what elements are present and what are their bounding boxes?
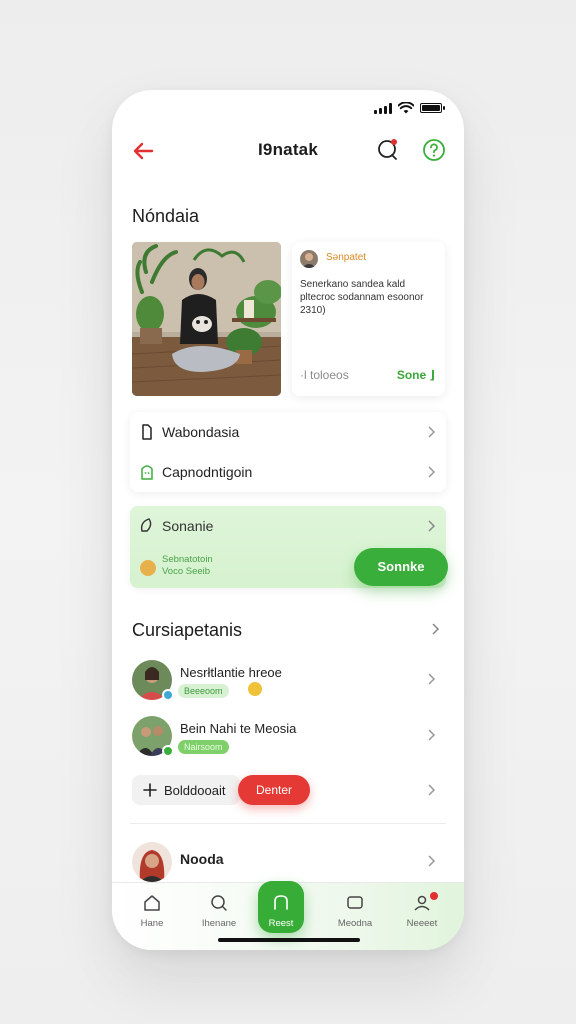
card-description: Senerkano sandea kald pltecroc sodannam …	[300, 279, 424, 316]
feature-photo[interactable]	[132, 242, 281, 396]
avatar	[132, 842, 172, 882]
promo-button[interactable]: Sonnke	[354, 548, 448, 586]
chevron-right-icon	[428, 729, 436, 741]
link-label: Wabondasia	[162, 424, 240, 440]
card-action-link[interactable]: Sone ⌋	[397, 368, 435, 382]
emoji-avatar-icon	[140, 560, 156, 576]
links-card: Wabondasia Capnodntigoin	[130, 412, 446, 492]
bag-icon	[142, 424, 152, 440]
card-meta: ·l toloeos	[300, 368, 349, 382]
chevron-right-icon[interactable]	[426, 783, 436, 797]
nav-label: Neeeet	[406, 918, 438, 929]
status-badge: Nairsoom	[178, 740, 229, 754]
list-item-title: Nesrłtlantie hreoe	[180, 665, 282, 680]
home-indicator	[218, 938, 360, 942]
link-row-2[interactable]: Capnodntigoin	[130, 452, 446, 492]
app-header: Ι9natak	[112, 130, 464, 170]
action-row: Bolddooait Denter	[130, 775, 446, 807]
presence-indicator	[162, 689, 174, 701]
nav-home[interactable]: Hane	[122, 883, 182, 950]
search-icon	[211, 895, 227, 911]
author-name: Sənpatet	[326, 252, 367, 263]
list-item[interactable]: Bein Nahi te Meosia Nairsoom	[130, 716, 446, 760]
phone-frame: Ι9natak Nóndaia Sənpatet Senerkano sande…	[112, 90, 464, 950]
promo-subtitle-line1: Sebnatotoin	[162, 554, 213, 565]
presence-indicator	[162, 745, 174, 757]
divider	[130, 823, 446, 824]
list-item[interactable]: Nesrłtlantie hreoe Beeeoom	[130, 660, 446, 704]
photo-person-plants	[132, 242, 281, 396]
chevron-right-icon	[428, 520, 436, 532]
chevron-right-icon	[428, 673, 436, 685]
notification-dot	[391, 139, 397, 145]
avatar	[300, 250, 318, 268]
list-item-title: Bein Nahi te Meosia	[180, 721, 297, 736]
promo-subtitle: Sebnatotoin Voco Seeib	[162, 554, 213, 578]
chevron-right-icon[interactable]	[430, 622, 440, 636]
signal-icon	[374, 102, 392, 114]
emoji-icon	[248, 682, 262, 696]
add-label: Bolddooait	[164, 783, 226, 798]
chat-button[interactable]	[374, 136, 402, 164]
status-badge: Beeeoom	[178, 684, 229, 698]
list-item-title: Nooda	[180, 851, 224, 867]
section-title: Nóndaia	[132, 206, 200, 226]
red-action-button[interactable]: Denter	[238, 775, 310, 805]
profile-icon	[414, 895, 430, 911]
status-bar	[374, 102, 445, 114]
plus-icon	[143, 783, 157, 797]
battery-icon	[420, 103, 445, 113]
nav-label: Reest	[268, 918, 294, 929]
link-row-1[interactable]: Wabondasia	[130, 412, 446, 452]
nav-label: Ihenane	[201, 918, 237, 929]
notification-badge	[430, 892, 438, 900]
section-title-2: Cursiapetanis	[132, 620, 243, 640]
home-icon	[144, 895, 160, 911]
link-label: Capnodntigoin	[162, 464, 253, 480]
message-icon	[347, 896, 363, 909]
help-circle-icon[interactable]	[420, 136, 448, 164]
feature-card[interactable]: Sənpatet Senerkano sandea kald pltecroc …	[292, 242, 445, 396]
wifi-icon	[398, 102, 414, 114]
nav-profile[interactable]: Neeeet	[392, 883, 452, 950]
chat-bubble-icon	[378, 140, 397, 160]
chat-icon	[274, 895, 288, 910]
chevron-right-icon	[428, 466, 436, 478]
smile-bag-icon	[141, 465, 153, 480]
promo-title: Sonanie	[162, 518, 214, 534]
page-title: Ι9natak	[258, 140, 318, 159]
nav-label: Hane	[140, 918, 164, 929]
promo-subtitle-line2: Voco Seeib	[162, 566, 211, 577]
nav-label: Meodna	[337, 918, 373, 929]
add-button[interactable]: Bolddooait	[132, 775, 240, 805]
chevron-right-icon	[428, 855, 436, 867]
chevron-right-icon	[428, 426, 436, 438]
promo-card[interactable]: Sonanie Sebnatotoin Voco Seeib Sonnke	[130, 506, 448, 588]
list-item[interactable]: Nooda	[130, 842, 446, 886]
leaf-icon	[140, 518, 152, 532]
